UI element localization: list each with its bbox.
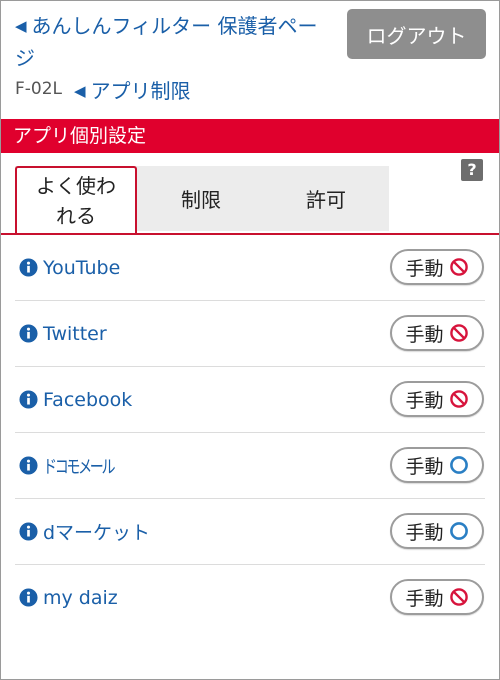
mode-toggle-button[interactable]: 手動 xyxy=(390,513,484,549)
tab-allowed[interactable]: 許可 xyxy=(263,166,389,231)
mode-toggle-button[interactable]: 手動 xyxy=(390,249,484,285)
no-entry-icon xyxy=(449,588,468,606)
app-name[interactable]: ドコモメール xyxy=(43,453,116,479)
no-entry-icon xyxy=(449,390,468,408)
app-restriction-label: アプリ制限 xyxy=(90,78,191,103)
app-row: Facebook 手動 xyxy=(15,367,485,433)
mode-label: 手動 xyxy=(405,257,444,280)
circle-icon xyxy=(449,456,468,474)
app-frame: ◀ あんしんフィルター 保護者ページ F-02L ◀ アプリ制限 ログアウト アプリ… xyxy=(0,0,500,680)
mode-label: 手動 xyxy=(405,521,444,544)
device-row: F-02L ◀ アプリ制限 xyxy=(15,75,191,103)
mode-label: 手動 xyxy=(405,323,444,346)
app-name[interactable]: my daiz xyxy=(43,587,118,609)
mode-toggle-button[interactable]: 手動 xyxy=(390,315,484,351)
section-title: アプリ個別設定 xyxy=(13,125,147,147)
back-to-parent-page-link[interactable]: ◀ あんしんフィルター 保護者ページ xyxy=(15,11,331,73)
info-icon[interactable] xyxy=(19,324,38,343)
circle-icon xyxy=(449,522,468,540)
app-name[interactable]: dマーケット xyxy=(43,518,150,545)
triangle-left-icon: ◀ xyxy=(15,17,27,35)
no-entry-icon xyxy=(449,324,468,342)
info-icon[interactable] xyxy=(19,258,38,277)
tab-restricted[interactable]: 制限 xyxy=(141,166,261,231)
mode-toggle-button[interactable]: 手動 xyxy=(390,381,484,417)
mode-label: 手動 xyxy=(405,455,444,478)
tab-label: 許可 xyxy=(306,188,346,212)
info-icon[interactable] xyxy=(19,456,38,475)
app-name[interactable]: Twitter xyxy=(43,323,107,345)
no-entry-icon xyxy=(449,258,468,276)
tabs: よく使われる 制限 許可 ? xyxy=(1,153,499,235)
app-name[interactable]: Facebook xyxy=(43,389,132,411)
app-row: YouTube 手動 xyxy=(15,235,485,301)
app-row: my daiz 手動 xyxy=(15,565,485,630)
device-model: F-02L xyxy=(15,79,63,99)
info-icon[interactable] xyxy=(19,588,38,607)
mode-toggle-button[interactable]: 手動 xyxy=(390,579,484,615)
mode-label: 手動 xyxy=(405,587,444,610)
app-row: dマーケット 手動 xyxy=(15,499,485,565)
app-row: Twitter 手動 xyxy=(15,301,485,367)
tab-label: 制限 xyxy=(181,188,221,212)
app-name[interactable]: YouTube xyxy=(43,257,120,279)
info-icon[interactable] xyxy=(19,390,38,409)
app-row: ドコモメール 手動 xyxy=(15,433,485,499)
app-restriction-link[interactable]: ◀ アプリ制限 xyxy=(74,75,191,104)
back-link-label: あんしんフィルター 保護者ページ xyxy=(15,14,318,70)
header: ◀ あんしんフィルター 保護者ページ F-02L ◀ アプリ制限 ログアウト xyxy=(1,1,499,119)
tab-frequently-used[interactable]: よく使われる xyxy=(15,166,137,233)
triangle-left-icon: ◀ xyxy=(74,81,86,100)
logout-button[interactable]: ログアウト xyxy=(347,9,486,59)
info-icon[interactable] xyxy=(19,522,38,541)
mode-label: 手動 xyxy=(405,389,444,412)
app-list: YouTube 手動 Twitter 手動 Facebook 手動 ドコモメール 手動 dマーケ… xyxy=(1,235,499,630)
section-title-bar: アプリ個別設定 xyxy=(1,119,499,153)
mode-toggle-button[interactable]: 手動 xyxy=(390,447,484,483)
tab-label: よく使われる xyxy=(36,173,116,228)
question-icon[interactable]: ? xyxy=(461,159,483,181)
